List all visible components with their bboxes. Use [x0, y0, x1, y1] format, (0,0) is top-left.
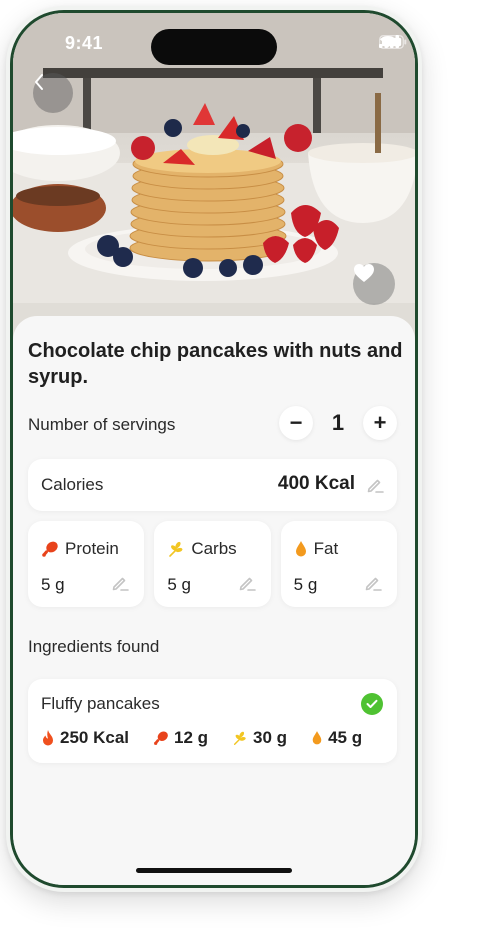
- macro-name-carbs: Carbs: [191, 539, 237, 558]
- ingredient-protein-value: 12 g: [174, 728, 209, 747]
- droplet-icon: [312, 731, 322, 745]
- ingredient-fat-value: 45 g: [328, 728, 363, 747]
- status-time: 9:41: [65, 33, 104, 53]
- macro-name-fat: Fat: [313, 539, 339, 558]
- macro-card-fat: Fat 5 g: [280, 521, 397, 607]
- app-screen: 9:41 Chocolate chip pancakes with nuts a…: [10, 10, 418, 888]
- decrement-servings-button[interactable]: −: [279, 406, 313, 440]
- calories-card: Calories 400 Kcal: [28, 459, 397, 511]
- drumstick-icon: [154, 731, 168, 745]
- increment-servings-button[interactable]: +: [363, 406, 397, 440]
- ingredient-calories-value: 250 Kcal: [60, 728, 129, 747]
- drumstick-icon: [42, 541, 58, 557]
- edit-protein-icon[interactable]: [110, 573, 130, 593]
- recipe-title: Chocolate chip pancakes with nuts and sy…: [28, 340, 403, 388]
- calories-value: 400 Kcal: [277, 473, 355, 494]
- ingredients-section-label: Ingredients found: [28, 637, 160, 656]
- chevron-left-icon: [35, 74, 43, 90]
- recipe-details-sheet: Chocolate chip pancakes with nuts and sy…: [13, 316, 415, 885]
- edit-fat-icon[interactable]: [363, 573, 383, 593]
- heart-icon: [354, 264, 374, 282]
- ingredient-name: Fluffy pancakes: [41, 694, 160, 713]
- ingredient-carbs-value: 30 g: [253, 728, 288, 747]
- battery-icon: [379, 35, 407, 49]
- servings-label: Number of servings: [28, 415, 176, 434]
- back-button[interactable]: [33, 73, 73, 113]
- ingredient-protein: 12 g: [153, 728, 208, 748]
- edit-carbs-icon[interactable]: [237, 573, 257, 593]
- edit-calories-icon[interactable]: [365, 475, 385, 495]
- wheat-icon: [233, 731, 246, 745]
- ingredient-stats: 250 Kcal 12 g 30 g 45 g: [41, 728, 362, 748]
- flame-icon: [43, 730, 53, 746]
- dynamic-island: [151, 29, 277, 65]
- macros-row: Protein 5 g Carbs 5 g Fat 5 g: [28, 521, 397, 607]
- macro-value-carbs: 5 g: [167, 575, 191, 594]
- macro-name-protein: Protein: [65, 539, 119, 558]
- recipe-photo: 9:41: [13, 13, 415, 358]
- calories-label: Calories: [41, 475, 104, 494]
- wheat-icon: [169, 541, 183, 557]
- ingredient-carbs: 30 g: [232, 728, 287, 748]
- ingredient-calories: 250 Kcal: [41, 728, 129, 748]
- check-icon: [361, 693, 383, 715]
- macro-card-carbs: Carbs 5 g: [154, 521, 271, 607]
- droplet-icon: [295, 541, 306, 557]
- macro-card-protein: Protein 5 g: [28, 521, 145, 607]
- status-bar: 9:41: [13, 13, 415, 73]
- ingredient-fat: 45 g: [311, 728, 362, 748]
- home-indicator[interactable]: [136, 868, 292, 873]
- ingredient-card[interactable]: Fluffy pancakes 250 Kcal 12 g 30 g 45 g: [28, 679, 397, 763]
- macro-value-protein: 5 g: [41, 575, 65, 594]
- servings-value: 1: [331, 410, 345, 435]
- phone-frame: 9:41 Chocolate chip pancakes with nuts a…: [6, 6, 422, 892]
- servings-row: Number of servings − 1 +: [28, 406, 397, 446]
- favorite-button[interactable]: [353, 263, 395, 305]
- servings-stepper: − 1 +: [279, 406, 397, 440]
- macro-value-fat: 5 g: [293, 575, 318, 594]
